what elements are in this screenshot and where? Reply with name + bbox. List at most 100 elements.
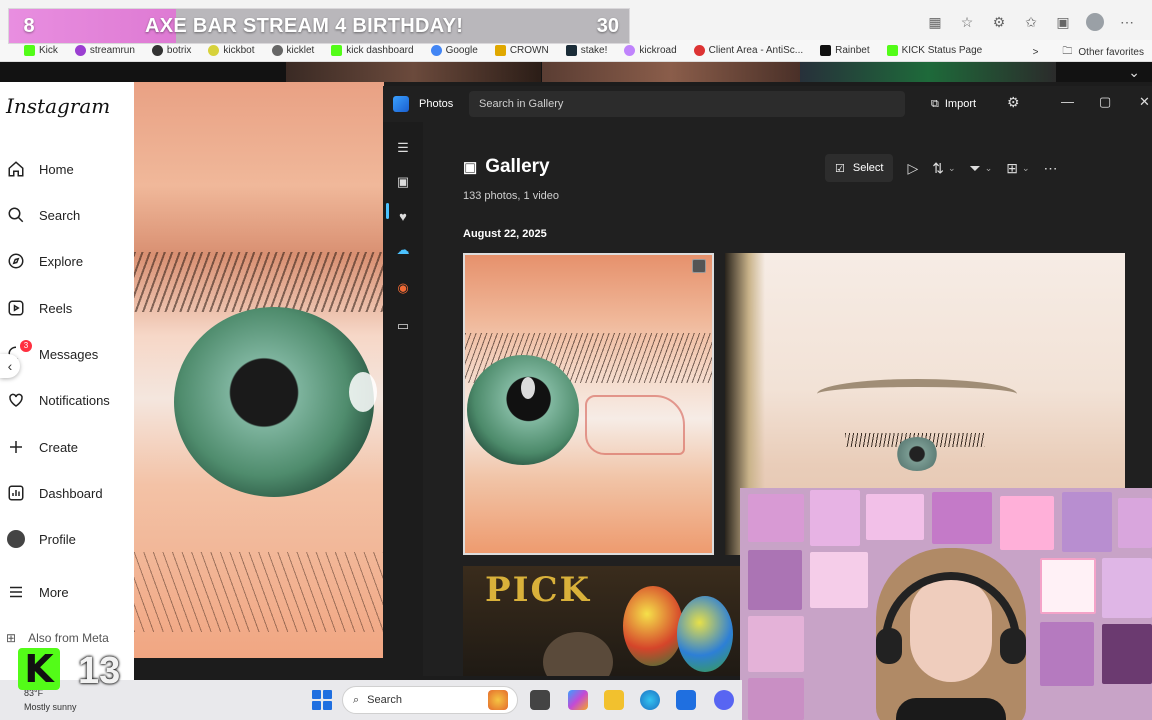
- gallery-heading: ▣ Gallery: [463, 156, 550, 177]
- device-icon[interactable]: ▭: [395, 318, 411, 334]
- ig-nav-notifications[interactable]: Notifications: [6, 388, 110, 412]
- apps-icon[interactable]: ▦: [926, 14, 944, 31]
- kickroad-icon: [624, 45, 636, 56]
- kick-viewer-counter: K 13: [4, 646, 132, 692]
- compass-icon: [6, 251, 26, 271]
- stream-goal-current: 8: [23, 14, 35, 37]
- ig-nav-reels[interactable]: Reels: [6, 296, 72, 320]
- gallery-icon[interactable]: ▣: [395, 174, 411, 190]
- eye-glint: [521, 377, 535, 399]
- bookmark-rainbet[interactable]: Rainbet: [820, 45, 870, 56]
- botrix-icon: [151, 45, 163, 56]
- streamer: [876, 548, 1026, 720]
- discord-icon[interactable]: [714, 690, 734, 710]
- checkbox-icon: ☑: [835, 162, 845, 175]
- photos-titlebar: Photos Search in Gallery ⧉ Import ⚙ — ▢ …: [383, 86, 1152, 122]
- import-button[interactable]: ⧉ Import: [931, 92, 976, 116]
- maximize-icon[interactable]: ▢: [1099, 94, 1111, 110]
- wall-photo: [1062, 492, 1112, 552]
- onedrive-icon[interactable]: ☁: [395, 242, 411, 258]
- gallery-search-input[interactable]: Search in Gallery: [469, 91, 905, 117]
- slideshow-icon[interactable]: ▷: [907, 160, 918, 177]
- bookmark-client-area[interactable]: Client Area - AntiSc...: [693, 45, 803, 56]
- bookmark-kick[interactable]: Kick: [24, 45, 58, 56]
- more-icon[interactable]: ⋯: [1118, 14, 1136, 31]
- file-explorer-icon[interactable]: [604, 690, 624, 710]
- reels-icon: [6, 298, 26, 318]
- bookmark-kickroad[interactable]: kickroad: [624, 45, 677, 56]
- extension-icon[interactable]: ⚙: [990, 14, 1008, 31]
- ig-nav-explore[interactable]: Explore: [6, 249, 83, 273]
- ig-nav-messages[interactable]: 3 Messages: [6, 340, 98, 366]
- wall-photo: [748, 678, 804, 720]
- instagram-logo[interactable]: Instagram: [6, 94, 110, 118]
- chevron-down-icon[interactable]: ⌄: [1128, 64, 1140, 81]
- home-icon: [6, 159, 26, 179]
- browser-toolbar-icons: ▦ ☆ ⚙ ✩ ▣ ⋯: [926, 8, 1152, 36]
- bookmark-kick-status[interactable]: KICK Status Page: [886, 45, 982, 56]
- wall-photo: [748, 550, 802, 610]
- headset-cup: [1000, 628, 1026, 664]
- google-icon: [430, 45, 442, 56]
- chevron-left-icon[interactable]: ‹: [0, 354, 20, 378]
- sort-icon[interactable]: ⇅ ⌄: [932, 160, 955, 177]
- copilot-widget-icon[interactable]: [488, 690, 508, 710]
- eyelashes: [134, 252, 384, 312]
- bookmarks-overflow-button[interactable]: >: [1033, 47, 1039, 58]
- other-favorites[interactable]: Other favorites: [1078, 47, 1144, 58]
- bookmark-kickbot[interactable]: kickbot: [208, 45, 255, 56]
- kick-viewer-count: 13: [78, 650, 121, 692]
- task-view-icon[interactable]: [530, 690, 550, 710]
- settings-gear-icon[interactable]: ⚙: [1007, 94, 1020, 111]
- hamburger-menu-icon[interactable]: ☰: [395, 140, 411, 156]
- store-icon[interactable]: [676, 690, 696, 710]
- view-layout-icon[interactable]: ⊞ ⌄: [1006, 160, 1029, 177]
- collections-icon[interactable]: ▣: [1054, 14, 1072, 31]
- ig-nav-profile[interactable]: Profile: [6, 527, 76, 551]
- select-button[interactable]: ☑ Select: [825, 154, 894, 182]
- bookmark-kick-dashboard[interactable]: kick dashboard: [331, 45, 414, 56]
- ig-nav-more[interactable]: More: [6, 580, 69, 604]
- bookmark-botrix[interactable]: botrix: [151, 45, 191, 56]
- wall-photo: [1040, 622, 1094, 686]
- photos-app-name: Photos: [419, 98, 454, 110]
- ig-nav-search[interactable]: Search: [6, 203, 80, 227]
- ig-nav-home[interactable]: Home: [6, 157, 74, 181]
- thumbnail-select-checkbox[interactable]: [692, 259, 706, 273]
- iris: [467, 355, 579, 465]
- kicklet-icon: [271, 45, 283, 56]
- icloud-photos-icon[interactable]: ◉: [395, 280, 411, 296]
- close-icon[interactable]: ✕: [1139, 94, 1150, 110]
- ig-nav-dashboard[interactable]: Dashboard: [6, 481, 103, 505]
- photo-thumbnail-eye[interactable]: [463, 253, 714, 555]
- bookmark-streamrun[interactable]: streamrun: [74, 45, 135, 56]
- stream-goal-title: AXE BAR STREAM 4 BIRTHDAY!: [145, 14, 464, 37]
- more-options-icon[interactable]: ⋯: [1044, 160, 1058, 177]
- bookmark-google[interactable]: Google: [430, 45, 478, 56]
- copilot-icon[interactable]: [568, 690, 588, 710]
- balloon: [677, 596, 733, 672]
- favorites-heart-icon[interactable]: ♥: [395, 208, 411, 224]
- bookmark-kicklet[interactable]: kicklet: [271, 45, 314, 56]
- favorite-star-icon[interactable]: ☆: [958, 14, 976, 31]
- bookmark-stake[interactable]: stake!: [565, 45, 607, 56]
- ig-nav-create[interactable]: Create: [6, 435, 78, 459]
- photo-thumbnail-balloons[interactable]: PICK: [463, 566, 743, 676]
- active-indicator: [386, 203, 389, 219]
- streamrun-icon: [74, 45, 86, 56]
- kick-icon: [886, 45, 898, 56]
- headset-cup: [876, 628, 902, 664]
- filter-icon[interactable]: ⏷ ⌄: [970, 160, 993, 177]
- menu-icon: [6, 582, 26, 602]
- kickbot-icon: [208, 45, 220, 56]
- profile-avatar[interactable]: [1086, 13, 1104, 31]
- windows-start-icon[interactable]: [312, 690, 332, 710]
- minimize-icon[interactable]: —: [1061, 94, 1074, 109]
- kick-icon: [331, 45, 343, 56]
- favorites-icon[interactable]: ✩: [1022, 14, 1040, 31]
- edge-browser-icon[interactable]: [640, 690, 660, 710]
- ig-also-from-meta[interactable]: ⊞ Also from Meta: [6, 631, 109, 645]
- search-icon: ⌕: [353, 693, 360, 706]
- weather-status[interactable]: Mostly sunny: [24, 702, 77, 712]
- bookmark-crown[interactable]: CROWN: [494, 45, 549, 56]
